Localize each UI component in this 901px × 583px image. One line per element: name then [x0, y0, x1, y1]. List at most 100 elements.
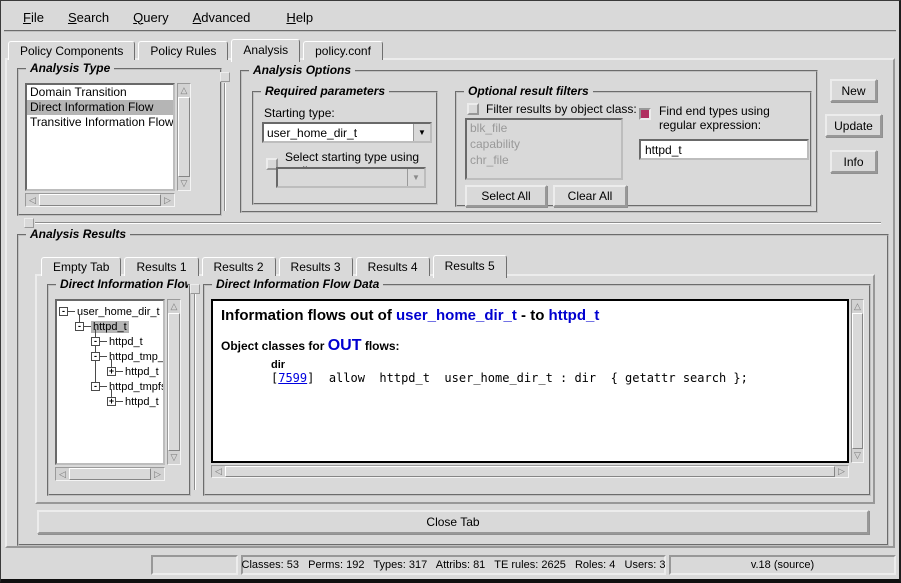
scroll-up-icon[interactable]: △ — [178, 84, 190, 97]
tab-policy-conf[interactable]: policy.conf — [303, 41, 383, 60]
object-classes-heading: Object classes for OUT flows: — [221, 337, 839, 355]
status-empty-box — [151, 555, 238, 575]
policy-stats-text: Classes: 53 Perms: 192 Types: 317 Attrib… — [242, 559, 666, 571]
menu-search[interactable]: Search — [56, 6, 121, 29]
object-class-checkbox[interactable] — [467, 103, 479, 115]
scroll-thumb[interactable] — [225, 466, 835, 477]
flow-data-textarea[interactable]: Information flows out of user_home_dir_t… — [211, 299, 849, 463]
regex-input[interactable]: httpd_t — [639, 139, 809, 160]
scroll-left-icon[interactable]: ◁ — [26, 194, 39, 206]
scroll-thumb[interactable] — [178, 97, 190, 177]
scroll-thumb[interactable] — [69, 468, 151, 480]
results-tab-body: Direct Information Flow Tree -user_home_… — [35, 274, 875, 504]
starting-type-combobox[interactable]: user_home_dir_t ▼ — [262, 122, 432, 143]
tree-toggle-icon[interactable]: - — [91, 352, 100, 361]
pane-sash-line[interactable] — [194, 294, 196, 490]
tree-toggle-icon[interactable]: + — [107, 397, 116, 406]
tab-results-2[interactable]: Results 2 — [202, 257, 276, 276]
tree-node-label[interactable]: httpd_t — [123, 366, 161, 378]
info-button[interactable]: Info — [830, 150, 877, 173]
tree-toggle-icon[interactable]: - — [59, 307, 68, 316]
scroll-right-icon[interactable]: ▷ — [835, 466, 848, 477]
analysis-type-vscrollbar[interactable]: △ ▽ — [177, 83, 191, 191]
tree-toggle-icon[interactable]: + — [107, 367, 116, 376]
scroll-left-icon[interactable]: ◁ — [212, 466, 225, 477]
menu-file[interactable]: File — [11, 6, 56, 29]
new-button[interactable]: New — [830, 79, 877, 102]
scroll-right-icon[interactable]: ▷ — [151, 468, 164, 480]
scroll-up-icon[interactable]: △ — [168, 300, 180, 313]
tab-empty[interactable]: Empty Tab — [41, 257, 121, 276]
tree-node-label[interactable]: user_home_dir_t — [75, 306, 162, 318]
regex-input-value: httpd_t — [645, 143, 682, 157]
tab-policy-rules[interactable]: Policy Rules — [138, 41, 228, 60]
clear-all-button[interactable]: Clear All — [553, 185, 627, 207]
tab-analysis[interactable]: Analysis — [231, 39, 300, 62]
object-class-checkbox-row[interactable]: Filter results by object class: — [467, 102, 637, 116]
update-button[interactable]: Update — [825, 114, 882, 137]
scroll-thumb[interactable] — [39, 194, 161, 206]
status-bar: Classes: 53 Perms: 192 Types: 317 Attrib… — [1, 551, 899, 579]
tab-results-5[interactable]: Results 5 — [433, 255, 507, 278]
regex-checkbox-row[interactable]: Find end types using regular expression: — [639, 104, 807, 132]
required-parameters-frame: Required parameters Starting type: user_… — [252, 91, 438, 205]
scroll-right-icon[interactable]: ▷ — [161, 194, 174, 206]
tree-node-label[interactable]: httpd_t — [107, 336, 145, 348]
list-item[interactable]: Domain Transition — [27, 85, 173, 100]
select-all-button[interactable]: Select All — [465, 185, 547, 207]
button-label: Update — [834, 119, 873, 133]
list-item[interactable]: Transitive Information Flow — [27, 115, 173, 130]
rule-number-link[interactable]: 7599 — [278, 371, 307, 385]
pane-sash-handle[interactable] — [220, 72, 230, 82]
pane-sash-line[interactable] — [224, 83, 226, 211]
tab-results-1[interactable]: Results 1 — [124, 257, 198, 276]
analysis-results-title: Analysis Results — [26, 227, 130, 241]
tab-policy-components[interactable]: Policy Components — [8, 41, 135, 60]
scroll-down-icon[interactable]: ▽ — [178, 177, 190, 190]
tree-node[interactable]: -httpd_t — [57, 334, 163, 349]
close-tab-button[interactable]: Close Tab — [37, 510, 869, 534]
tree-node-label[interactable]: httpd_tmpfs_t — [107, 381, 165, 393]
menu-query[interactable]: Query — [121, 6, 180, 29]
button-label: New — [841, 84, 865, 98]
tab-results-4[interactable]: Results 4 — [356, 257, 430, 276]
flow-tree-hscrollbar[interactable]: ◁ ▷ — [55, 467, 165, 481]
flow-data-hscrollbar[interactable]: ◁ ▷ — [211, 465, 849, 478]
tree-node[interactable]: + httpd_t — [57, 394, 163, 409]
menu-advanced[interactable]: Advanced — [181, 6, 263, 29]
scroll-thumb[interactable] — [168, 313, 180, 451]
tree-node[interactable]: -user_home_dir_t — [57, 304, 163, 319]
dropdown-arrow-icon[interactable]: ▼ — [413, 124, 430, 141]
tree-node[interactable]: -httpd_tmpfs_t — [57, 379, 163, 394]
menu-help[interactable]: Help — [274, 6, 325, 29]
tree-toggle-icon[interactable]: - — [91, 382, 100, 391]
tree-node[interactable]: -httpd_t — [57, 319, 163, 334]
pane-sash-handle[interactable] — [24, 218, 34, 228]
tree-node-label[interactable]: httpd_tmp_t — [107, 351, 165, 363]
regex-checkbox[interactable] — [639, 108, 651, 120]
analysis-type-listbox[interactable]: Domain Transition Direct Information Flo… — [25, 83, 175, 191]
scroll-up-icon[interactable]: △ — [852, 300, 863, 313]
scroll-left-icon[interactable]: ◁ — [56, 468, 69, 480]
tree-node[interactable]: + httpd_t — [57, 364, 163, 379]
analysis-type-hscrollbar[interactable]: ◁ ▷ — [25, 193, 175, 207]
scroll-down-icon[interactable]: ▽ — [168, 451, 180, 464]
analysis-options-title: Analysis Options — [249, 63, 355, 77]
heading-prefix: Information flows out of — [221, 307, 396, 324]
tree-node-label-selected[interactable]: httpd_t — [91, 321, 129, 333]
tab-results-3[interactable]: Results 3 — [279, 257, 353, 276]
tab-label: Results 3 — [291, 260, 341, 274]
pane-sash-line[interactable] — [35, 222, 881, 224]
tree-toggle-icon[interactable]: - — [75, 322, 84, 331]
tree-toggle-icon[interactable]: - — [91, 337, 100, 346]
pane-sash-handle[interactable] — [190, 284, 200, 294]
tree-node-label[interactable]: httpd_t — [123, 396, 161, 408]
flow-tree[interactable]: -user_home_dir_t -httpd_t -httpd_t -http… — [55, 299, 165, 465]
flow-data-vscrollbar[interactable]: △ ▽ — [851, 299, 864, 463]
scroll-thumb[interactable] — [852, 313, 863, 449]
list-item-selected[interactable]: Direct Information Flow — [27, 100, 173, 115]
scroll-down-icon[interactable]: ▽ — [852, 449, 863, 462]
tree-node[interactable]: -httpd_tmp_t — [57, 349, 163, 364]
tree-connector — [116, 371, 123, 372]
flow-tree-vscrollbar[interactable]: △ ▽ — [167, 299, 181, 465]
